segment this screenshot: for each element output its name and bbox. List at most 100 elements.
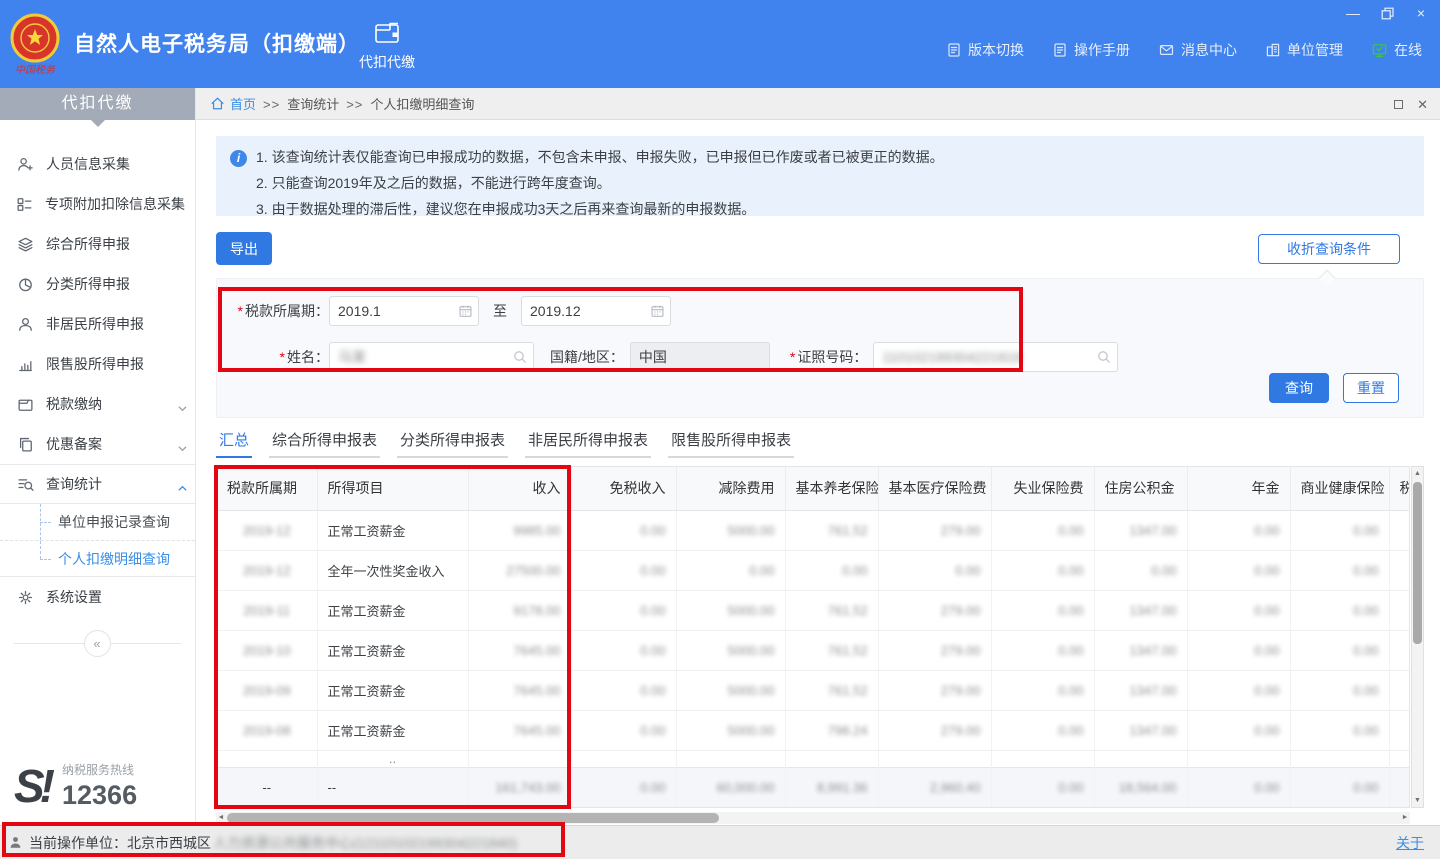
module-tab-label: 代扣代缴 xyxy=(352,52,422,72)
table-row[interactable]: 2019-12正常工资薪金9985.000.005000.00761.52279… xyxy=(217,510,1410,550)
notice-box: i 1. 该查询统计表仅能查询已申报成功的数据，不包含未申报、申报失败，已申报但… xyxy=(216,136,1424,216)
breadcrumb: 首页>>查询统计>>个人扣缴明细查询 ✕ xyxy=(196,88,1440,120)
breadcrumb-items: 首页>>查询统计>>个人扣缴明细查询 xyxy=(230,94,474,113)
copy-icon xyxy=(16,436,34,453)
sidebar-subitem-0[interactable]: 单位申报记录查询 xyxy=(0,504,195,540)
sidebar-collapse-row: « xyxy=(14,643,181,644)
query-button[interactable]: 查询 xyxy=(1269,373,1329,403)
column-header-pension: 基本养老保险费 xyxy=(785,467,878,510)
table-row[interactable]: 2019-12全年一次性奖金收入27500.000.000.000.000.00… xyxy=(217,550,1410,590)
scroll-right-icon[interactable]: ► xyxy=(1400,812,1410,824)
horizontal-scrollbar[interactable]: ◄ ► xyxy=(216,812,1410,824)
home-icon xyxy=(210,96,225,111)
scroll-left-icon[interactable]: ◄ xyxy=(216,812,226,824)
sidebar-item-9[interactable]: 系统设置 xyxy=(0,577,195,617)
name-input[interactable]: 马某 xyxy=(329,342,534,372)
name-value: 马某 xyxy=(338,347,366,367)
data-table-wrap: 税款所属期所得项目收入免税收入减除费用基本养老保险费基本医疗保险费失业保险费住房… xyxy=(216,466,1410,808)
scroll-down-icon[interactable]: ▼ xyxy=(1412,794,1423,807)
pane-close-icon[interactable]: ✕ xyxy=(1417,98,1428,111)
table-row[interactable]: 2019-10正常工资薪金7645.000.005000.00761.52279… xyxy=(217,630,1410,670)
topnav-item-4[interactable]: 在线 xyxy=(1371,40,1422,60)
mail-icon xyxy=(1158,42,1175,58)
nationality-value: 中国 xyxy=(639,347,667,367)
bar-chart-icon xyxy=(16,356,34,373)
pane-maximize-icon[interactable] xyxy=(1394,98,1403,111)
wallet-icon xyxy=(372,18,402,46)
notice-lines: 1. 该查询统计表仅能查询已申报成功的数据，不包含未申报、申报失败，已申报但已作… xyxy=(256,147,1410,219)
notice-line-0: 1. 该查询统计表仅能查询已申报成功的数据，不包含未申报、申报失败，已申报但已作… xyxy=(256,147,1410,167)
sidebar: 代扣代缴 人员信息采集专项附加扣除信息采集综合所得申报分类所得申报非居民所得申报… xyxy=(0,88,196,825)
tab-3[interactable]: 非居民所得申报表 xyxy=(525,426,651,458)
topnav-item-1[interactable]: 操作手册 xyxy=(1052,40,1130,60)
nationality-input: 中国 xyxy=(630,342,770,372)
table-row[interactable]: 2019-08正常工资薪金7645.000.005000.00798.24279… xyxy=(217,710,1410,750)
hotline-label: 纳税服务热线 xyxy=(62,761,137,778)
export-button[interactable]: 导出 xyxy=(216,232,272,265)
period-to-input[interactable]: 2019.12 xyxy=(521,296,671,326)
search-icon[interactable] xyxy=(512,349,528,365)
sidebar-item-5[interactable]: 限售股所得申报 xyxy=(0,344,195,384)
horizontal-scroll-thumb[interactable] xyxy=(227,813,719,823)
tab-0[interactable]: 汇总 xyxy=(216,426,252,458)
column-header-deduction: 减除费用 xyxy=(676,467,785,510)
minimize-icon[interactable]: — xyxy=(1344,5,1362,21)
calendar-icon[interactable] xyxy=(458,304,473,319)
breadcrumb-0[interactable]: 首页 xyxy=(230,97,256,112)
id-label: *证照号码： xyxy=(790,347,867,367)
doc-icon xyxy=(946,42,962,58)
table-row[interactable]: 2019-09正常工资薪金7645.000.005000.00761.52279… xyxy=(217,670,1410,710)
sidebar-submenu: 单位申报记录查询个人扣缴明细查询 xyxy=(0,504,195,577)
sidebar-menu: 人员信息采集专项附加扣除信息采集综合所得申报分类所得申报非居民所得申报限售股所得… xyxy=(0,144,195,617)
vertical-scroll-thumb[interactable] xyxy=(1413,482,1422,644)
name-label: *姓名： xyxy=(217,347,329,367)
sidebar-item-0[interactable]: 人员信息采集 xyxy=(0,144,195,184)
period-from-input[interactable]: 2019.1 xyxy=(329,296,479,326)
pie-chart-icon xyxy=(16,276,34,293)
sidebar-item-3[interactable]: 分类所得申报 xyxy=(0,264,195,304)
topnav-item-0[interactable]: 版本切换 xyxy=(946,40,1024,60)
wallet-icon xyxy=(16,396,34,413)
column-header-item: 所得项目 xyxy=(317,467,468,510)
sidebar-item-6[interactable]: 税款缴纳 xyxy=(0,384,195,424)
tab-2[interactable]: 分类所得申报表 xyxy=(397,426,508,458)
info-icon: i xyxy=(230,150,247,167)
sidebar-item-1[interactable]: 专项附加扣除信息采集 xyxy=(0,184,195,224)
column-header-annuity: 年金 xyxy=(1187,467,1290,510)
search-icon[interactable] xyxy=(1096,349,1112,365)
statusbar: 当前操作单位：北京市西城区人力资源公共服务中心(1211010219930422… xyxy=(0,825,1440,859)
sidebar-item-4[interactable]: 非居民所得申报 xyxy=(0,304,195,344)
operator-blurred: 人力资源公共服务中心(12110102199304221840) xyxy=(213,833,517,853)
scroll-up-icon[interactable]: ▲ xyxy=(1412,467,1423,480)
user-icon xyxy=(8,835,23,850)
about-link[interactable]: 关于 xyxy=(1396,833,1424,853)
module-tab-daikoudaijiao[interactable]: 代扣代缴 xyxy=(352,18,422,72)
tab-1[interactable]: 综合所得申报表 xyxy=(269,426,380,458)
sidebar-subitem-1[interactable]: 个人扣缴明细查询 xyxy=(0,540,195,576)
sidebar-item-2[interactable]: 综合所得申报 xyxy=(0,224,195,264)
close-icon[interactable]: × xyxy=(1412,5,1430,21)
collapse-sidebar-icon[interactable]: « xyxy=(84,630,111,657)
tab-4[interactable]: 限售股所得申报表 xyxy=(668,426,794,458)
column-header-housing: 住房公积金 xyxy=(1094,467,1187,510)
calendar-icon[interactable] xyxy=(650,304,665,319)
column-header-tax_free: 免税收入 xyxy=(571,467,676,510)
topnav-item-2[interactable]: 消息中心 xyxy=(1158,40,1237,60)
operator-label: 当前操作单位： xyxy=(29,833,127,853)
topnav-item-3[interactable]: 单位管理 xyxy=(1265,40,1343,60)
table-row[interactable]: 2019-11正常工资薪金9178.000.005000.00761.52279… xyxy=(217,590,1410,630)
restore-icon[interactable] xyxy=(1378,5,1396,21)
table-header-row: 税款所属期所得项目收入免税收入减除费用基本养老保险费基本医疗保险费失业保险费住房… xyxy=(217,467,1410,510)
nationality-label: 国籍/地区： xyxy=(550,347,624,367)
app-header: — × 中国税务 自然人电子税务局（扣缴端） xyxy=(0,0,1440,88)
column-header-unemployment: 失业保险费 xyxy=(991,467,1094,510)
filter-panel: *税款所属期： 2019.1 至 2019.12 *姓名： xyxy=(216,278,1424,418)
column-header-extra: 税 xyxy=(1389,467,1410,510)
sidebar-item-7[interactable]: 优惠备案 xyxy=(0,424,195,464)
table-total-row: ----161,743.000.0060,000.008,991.362,960… xyxy=(217,767,1410,807)
sidebar-item-8[interactable]: 查询统计 xyxy=(0,464,195,504)
id-number-input[interactable]: 110102199304221819 xyxy=(873,342,1118,372)
reset-button[interactable]: 重置 xyxy=(1343,373,1399,403)
collapse-filters-button[interactable]: 收折查询条件 xyxy=(1258,234,1400,264)
vertical-scrollbar[interactable]: ▲ ▼ xyxy=(1411,466,1424,808)
